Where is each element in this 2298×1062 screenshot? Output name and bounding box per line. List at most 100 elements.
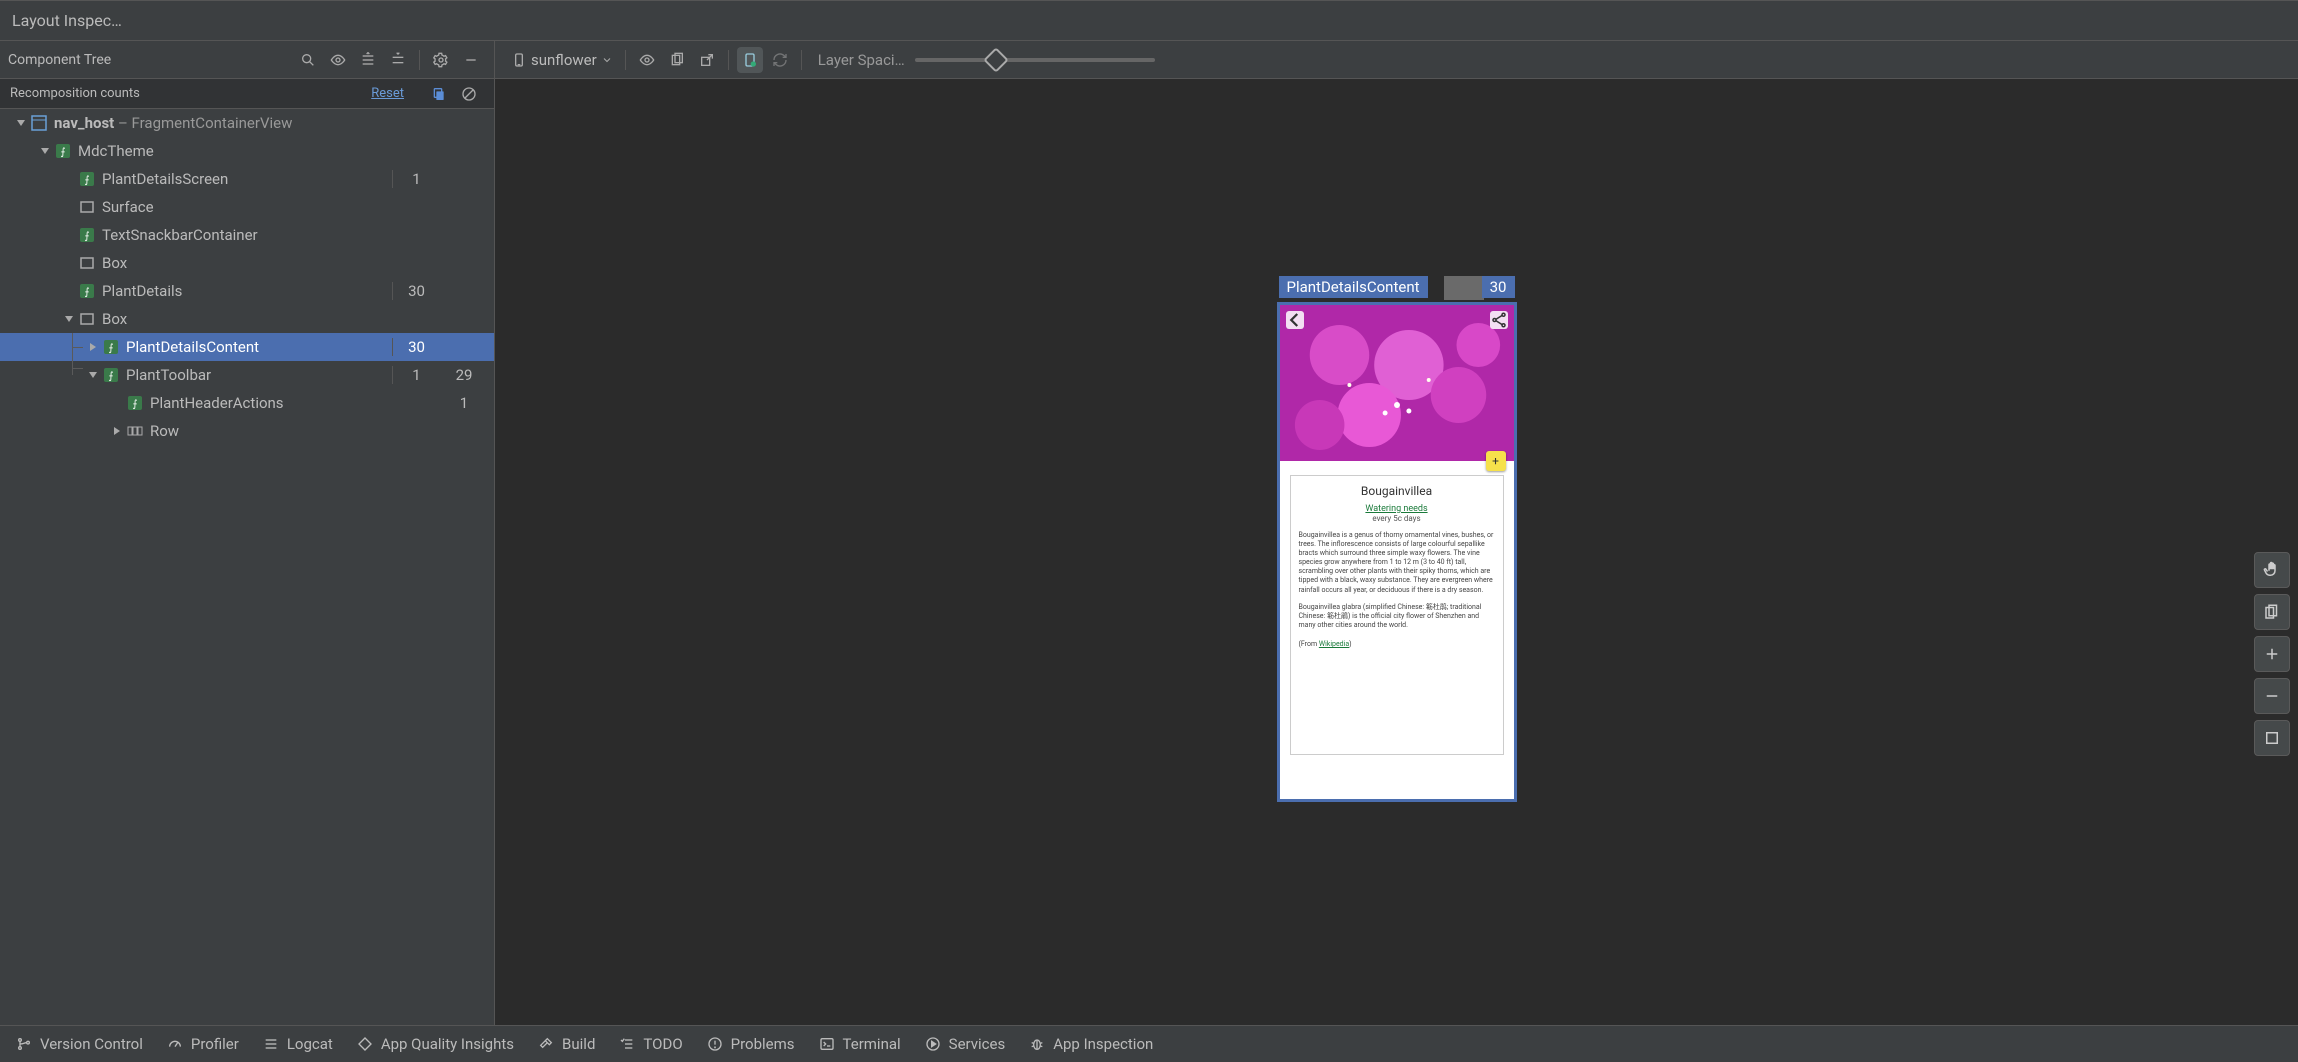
live-icon[interactable] [634, 47, 660, 73]
device-footer-space [1280, 765, 1514, 799]
device-preview: + Bougainvillea Watering needs every 5c … [1279, 304, 1515, 800]
layer-spacing-slider[interactable] [915, 50, 1155, 70]
collapse-icon[interactable] [385, 47, 411, 73]
component-tree-label: Component Tree [8, 52, 293, 68]
plant-hero-image: + [1280, 305, 1514, 461]
search-icon[interactable] [295, 47, 321, 73]
plant-name: Bougainvillea [1299, 484, 1495, 498]
expand-arrow [62, 172, 76, 186]
expand-arrow[interactable] [110, 424, 124, 438]
compose-icon: ⨍ [102, 338, 120, 356]
bottom-problems[interactable]: Problems [707, 1035, 795, 1053]
compose-icon: ⨍ [102, 366, 120, 384]
bottom-label: Logcat [287, 1035, 333, 1053]
bottom-todo[interactable]: TODO [619, 1035, 682, 1053]
bottom-services[interactable]: Services [925, 1035, 1006, 1053]
bottom-app-quality[interactable]: App Quality Insights [357, 1035, 514, 1053]
svg-text:⨍: ⨍ [108, 371, 113, 382]
expand-arrow[interactable] [86, 368, 100, 382]
add-fab[interactable]: + [1486, 451, 1506, 471]
node-label: PlantDetailsScreen [102, 170, 228, 188]
canvas-tools [2254, 552, 2290, 756]
tree-node-box2[interactable]: Box [0, 305, 494, 333]
left-panel: Component Tree Recomposition counts [0, 41, 495, 1025]
share-button[interactable] [1490, 311, 1508, 329]
minimize-icon[interactable] [458, 47, 484, 73]
skip-icon[interactable] [456, 81, 482, 107]
selection-label: PlantDetailsContent [1279, 276, 1428, 298]
compose-icon: ⨍ [78, 226, 96, 244]
plant-description-1: Bougainvillea is a genus of thorny ornam… [1299, 531, 1495, 595]
inspect-mode-icon[interactable] [737, 47, 763, 73]
tree-node-mdctheme[interactable]: ⨍ MdcTheme [0, 137, 494, 165]
zoom-in-tool[interactable] [2254, 636, 2290, 672]
node-label: PlantDetails [102, 282, 182, 300]
svg-text:⨍: ⨍ [84, 231, 89, 242]
layers-tool[interactable] [2254, 594, 2290, 630]
node-label: PlantHeaderActions [150, 394, 284, 412]
expand-arrow [110, 396, 124, 410]
reset-link[interactable]: Reset [371, 86, 404, 101]
bottom-label: Services [949, 1035, 1006, 1053]
recomposition-label: Recomposition counts [10, 86, 371, 101]
node-label: MdcTheme [78, 142, 154, 160]
node-label: PlantToolbar [126, 366, 211, 384]
zoom-out-tool[interactable] [2254, 678, 2290, 714]
tree-node-textsnackbar[interactable]: ⨍ TextSnackbarContainer [0, 221, 494, 249]
selection-outline: PlantDetailsContent 30 [1277, 302, 1517, 802]
visibility-icon[interactable] [325, 47, 351, 73]
bottom-app-inspection[interactable]: App Inspection [1029, 1035, 1153, 1053]
back-button[interactable] [1286, 311, 1304, 329]
expand-arrow[interactable] [62, 312, 76, 326]
copy-icon[interactable] [426, 81, 452, 107]
refresh-icon[interactable] [767, 47, 793, 73]
component-tree[interactable]: nav_host – FragmentContainerView ⨍ MdcThem… [0, 109, 494, 1025]
wikipedia-link[interactable]: Wikipedia [1319, 640, 1349, 648]
expand-arrow[interactable] [86, 340, 100, 354]
bottom-label: Profiler [191, 1035, 239, 1053]
tree-node-plantdetails[interactable]: ⨍ PlantDetails 30 [0, 277, 494, 305]
pan-tool[interactable] [2254, 552, 2290, 588]
svg-text:⨍: ⨍ [84, 287, 89, 298]
recomposition-count: 1 [392, 366, 440, 384]
process-name: sunflower [531, 51, 597, 69]
expand-icon[interactable] [355, 47, 381, 73]
snapshot-icon[interactable] [664, 47, 690, 73]
svg-text:⨍: ⨍ [84, 175, 89, 186]
recomposition-count: 30 [392, 338, 440, 356]
node-label: Row [150, 422, 179, 440]
device-canvas[interactable]: PlantDetailsContent 30 [495, 79, 2298, 1025]
device-toolbar: sunflower Layer Spaci… [495, 41, 2298, 79]
expand-arrow[interactable] [38, 144, 52, 158]
tree-node-box1[interactable]: Box [0, 249, 494, 277]
node-label: TextSnackbarContainer [102, 226, 258, 244]
expand-arrow[interactable] [14, 116, 28, 130]
tree-node-plantdetailsscreen[interactable]: ⨍ PlantDetailsScreen 1 [0, 165, 494, 193]
bottom-label: App Inspection [1053, 1035, 1153, 1053]
bottom-terminal[interactable]: Terminal [819, 1035, 901, 1053]
tree-node-nav_host[interactable]: nav_host – FragmentContainerView [0, 109, 494, 137]
compose-icon: ⨍ [54, 142, 72, 160]
process-selector[interactable]: sunflower [505, 51, 619, 69]
bottom-label: Problems [731, 1035, 795, 1053]
row-icon [126, 422, 144, 440]
node-label: Surface [102, 198, 154, 216]
tree-node-surface[interactable]: Surface [0, 193, 494, 221]
tree-node-plantdetailscontent[interactable]: ⨍PlantDetailsContent30 [0, 333, 494, 361]
fit-tool[interactable] [2254, 720, 2290, 756]
watering-value: every 5c days [1299, 514, 1495, 523]
tree-node-plantheaderactions[interactable]: ⨍PlantHeaderActions1 [0, 389, 494, 417]
tree-node-planttoolbar[interactable]: ⨍PlantToolbar129 [0, 361, 494, 389]
bottom-version-control[interactable]: Version Control [16, 1035, 143, 1053]
watering-header: Watering needs [1299, 504, 1495, 514]
bottom-build[interactable]: Build [538, 1035, 595, 1053]
bottom-logcat[interactable]: Logcat [263, 1035, 333, 1053]
bottom-profiler[interactable]: Profiler [167, 1035, 239, 1053]
gear-icon[interactable] [428, 47, 454, 73]
view-icon [30, 114, 48, 132]
export-icon[interactable] [694, 47, 720, 73]
skip-count: 1 [440, 394, 488, 412]
tree-node-row[interactable]: Row [0, 417, 494, 445]
recomposition-count: 30 [392, 282, 440, 300]
recomposition-count: 1 [392, 170, 440, 188]
